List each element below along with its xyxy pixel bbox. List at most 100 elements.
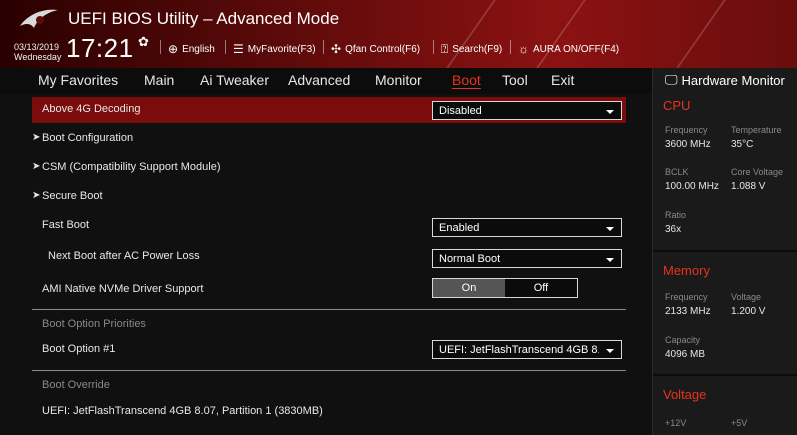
section-divider (32, 309, 626, 310)
section-boot-option-priorities: Boot Option Priorities (42, 318, 146, 330)
panel-divider (653, 374, 797, 376)
fast-boot-select[interactable]: Enabled (432, 218, 622, 237)
menu-bar: My Favorites Main Ai Tweaker Advanced Mo… (0, 68, 652, 94)
boot-option-1-select[interactable]: UEFI: JetFlashTranscend 4GB 8.0 (432, 340, 622, 359)
core-voltage-label: Core Voltage (731, 167, 784, 177)
chevron-down-icon (606, 110, 614, 114)
header-decoration (446, 0, 496, 68)
toolbar-divider (160, 40, 161, 54)
tab-main[interactable]: Main (144, 72, 174, 88)
chevron-down-icon (606, 258, 614, 262)
toolbar-divider (510, 40, 511, 54)
setting-label: Above 4G Decoding (42, 103, 141, 115)
submenu-label: Secure Boot (42, 190, 103, 202)
tab-ai-tweaker[interactable]: Ai Tweaker (200, 72, 269, 88)
arrow-right-icon: ➤ (32, 190, 41, 201)
core-voltage-value: 1.088 V (731, 181, 766, 192)
qfan-button[interactable]: ✣ Qfan Control(F6) (331, 42, 420, 56)
chevron-down-icon (606, 349, 614, 353)
select-value: UEFI: JetFlashTranscend 4GB 8.0 (439, 344, 599, 356)
toolbar-divider (433, 40, 434, 54)
select-value: Normal Boot (439, 253, 501, 265)
chevron-down-icon (606, 227, 614, 231)
submenu-boot-configuration[interactable]: ➤ Boot Configuration (32, 126, 626, 152)
tab-exit[interactable]: Exit (551, 72, 574, 88)
arrow-right-icon: ➤ (32, 132, 41, 143)
tab-monitor[interactable]: Monitor (375, 72, 422, 88)
fan-icon: ✣ (331, 42, 342, 56)
light-icon: ☼ (518, 42, 529, 56)
next-boot-select[interactable]: Normal Boot (432, 249, 622, 268)
clock: 17:21 (66, 33, 134, 63)
date-display: 03/13/2019 Wednesday (14, 42, 61, 62)
header-decoration (536, 0, 586, 68)
setting-label: Fast Boot (42, 219, 90, 231)
cpu-temperature-value: 35°C (731, 139, 754, 150)
override-label: UEFI: JetFlashTranscend 4GB 8.07, Partit… (42, 405, 323, 417)
help-icon: ⍰ (441, 42, 449, 56)
day-value: Wednesday (14, 52, 62, 62)
myfavorite-button[interactable]: ☰ MyFavorite(F3) (233, 42, 316, 56)
section-boot-override: Boot Override (42, 379, 110, 391)
nvme-toggle[interactable]: On Off (432, 278, 578, 298)
boot-settings-panel: Above 4G Decoding Disabled ➤ Boot Config… (0, 94, 652, 435)
toolbar-divider (323, 40, 324, 54)
toggle-off[interactable]: Off (505, 279, 577, 297)
search-button[interactable]: ⍰ Search(F9) (441, 42, 502, 57)
hardware-monitor-panel: 🖵 Hardware Monitor CPU Frequency 3600 MH… (652, 68, 797, 435)
boot-override-item[interactable]: UEFI: JetFlashTranscend 4GB 8.07, Partit… (32, 399, 626, 425)
qfan-label: Qfan Control(F6) (345, 43, 421, 55)
setting-label: AMI Native NVMe Driver Support (42, 283, 204, 295)
header-decoration (676, 0, 726, 68)
cpu-frequency-label: Frequency (665, 125, 708, 135)
tab-advanced[interactable]: Advanced (288, 72, 350, 88)
hardware-monitor-title: 🖵 Hardware Monitor (665, 72, 785, 88)
monitor-icon: 🖵 (665, 72, 678, 87)
bclk-label: BCLK (665, 167, 689, 177)
rog-logo-icon (20, 9, 58, 28)
date-value: 03/13/2019 (14, 42, 60, 52)
above-4g-decoding-select[interactable]: Disabled (432, 101, 622, 120)
memory-voltage-label: Voltage (731, 292, 762, 302)
tab-boot[interactable]: Boot (452, 72, 481, 88)
submenu-secure-boot[interactable]: ➤ Secure Boot (32, 184, 626, 210)
select-value: Disabled (439, 105, 482, 117)
myfavorite-label: MyFavorite(F3) (247, 43, 316, 55)
arrow-right-icon: ➤ (32, 161, 41, 172)
capacity-value: 4096 MB (665, 349, 706, 360)
submenu-csm[interactable]: ➤ CSM (Compatibility Support Module) (32, 155, 626, 181)
setting-label: Next Boot after AC Power Loss (48, 250, 200, 262)
bclk-value: 100.00 MHz (665, 181, 719, 192)
submenu-label: CSM (Compatibility Support Module) (42, 161, 221, 173)
v5-label: +5V (731, 418, 748, 428)
search-label: Search(F9) (452, 44, 503, 55)
select-value: Enabled (439, 222, 480, 234)
cpu-header: CPU (663, 98, 691, 113)
language-button[interactable]: ⊕ English (168, 42, 215, 56)
v12-label: +12V (665, 418, 687, 428)
memory-voltage-value: 1.200 V (731, 306, 766, 317)
title-bar: UEFI BIOS Utility – Advanced Mode 03/13/… (0, 0, 797, 68)
panel-divider (653, 250, 797, 252)
submenu-label: Boot Configuration (42, 132, 134, 144)
tab-my-favorites[interactable]: My Favorites (38, 72, 118, 88)
toggle-on[interactable]: On (433, 279, 505, 297)
ratio-value: 36x (665, 224, 682, 235)
gear-icon[interactable]: ✿ (138, 34, 149, 50)
globe-icon: ⊕ (168, 42, 179, 56)
cpu-frequency-value: 3600 MHz (665, 139, 711, 150)
memory-frequency-label: Frequency (665, 292, 708, 302)
voltage-header: Voltage (663, 387, 707, 402)
hardware-monitor-label: Hardware Monitor (681, 72, 785, 88)
section-divider (32, 370, 626, 371)
aura-button[interactable]: ☼ AURA ON/OFF(F4) (518, 42, 619, 56)
toolbar-divider (225, 40, 226, 54)
ratio-label: Ratio (665, 210, 687, 220)
setting-label: Boot Option #1 (42, 343, 116, 355)
memory-header: Memory (663, 263, 710, 278)
tab-tool[interactable]: Tool (502, 72, 528, 88)
language-label: English (182, 43, 215, 55)
capacity-label: Capacity (665, 335, 701, 345)
aura-label: AURA ON/OFF(F4) (533, 43, 620, 55)
list-icon: ☰ (233, 42, 244, 56)
